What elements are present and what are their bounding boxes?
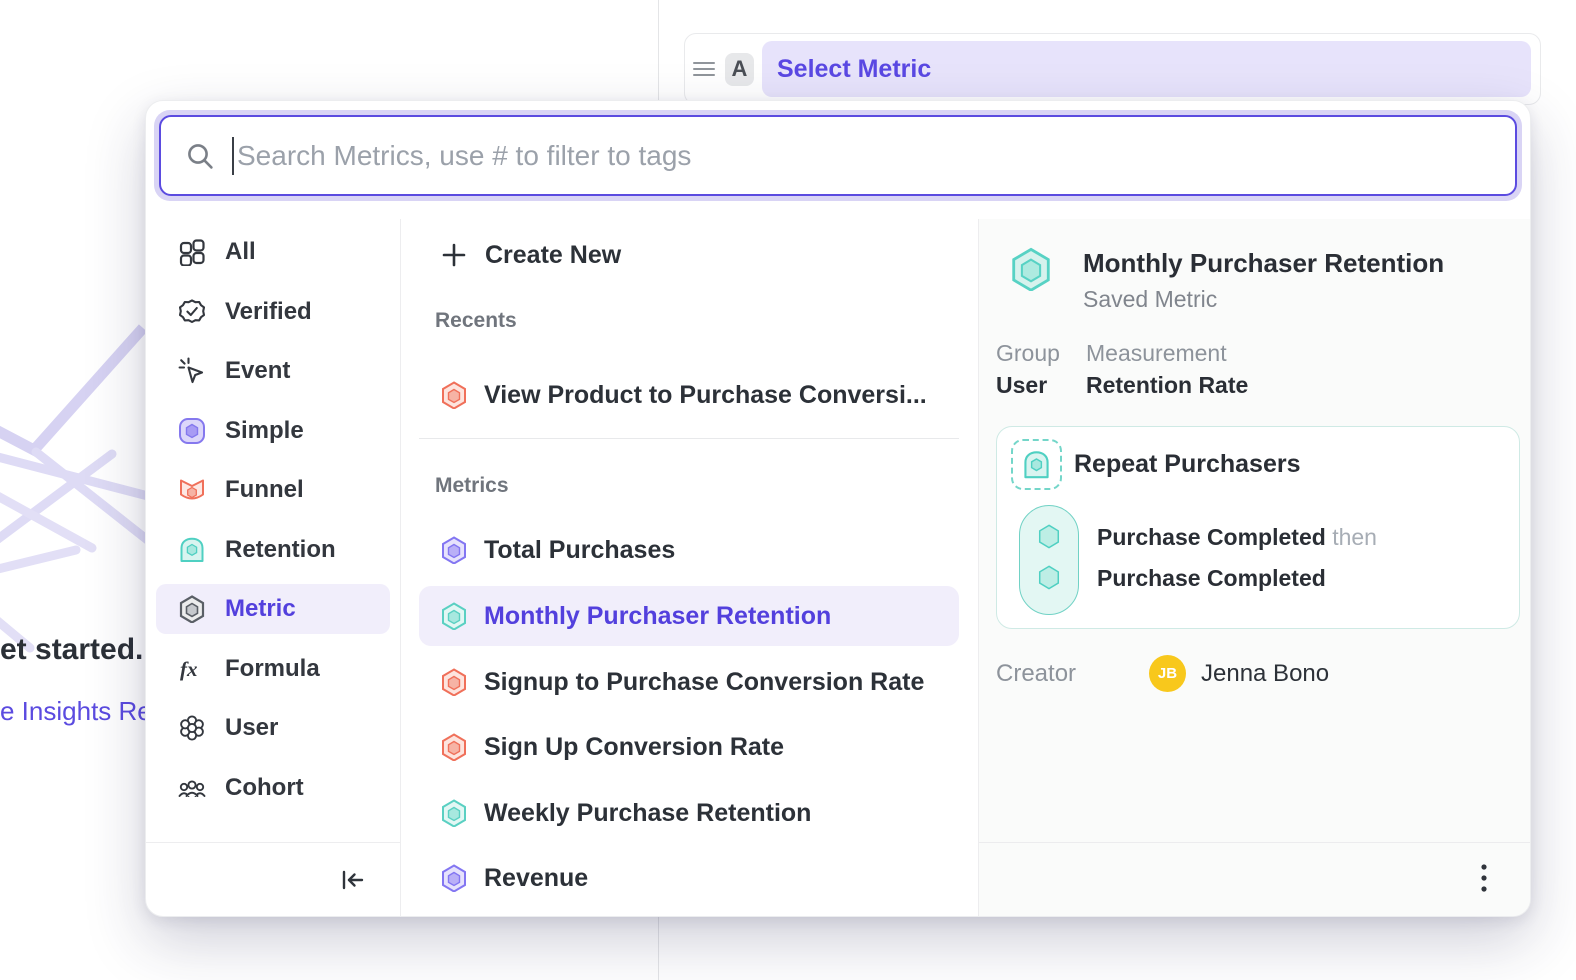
- select-metric-button[interactable]: Select Metric: [762, 41, 1531, 97]
- sidebar-item-label: Retention: [225, 536, 336, 564]
- group-field-value: User: [996, 372, 1047, 399]
- creator-label: Creator: [996, 660, 1076, 688]
- metric-hexagon-icon-salmon: [440, 381, 468, 409]
- metric-row-label: Monthly Purchaser Retention: [484, 602, 831, 631]
- retention-definition-chip: [1011, 439, 1062, 490]
- collapse-left-icon[interactable]: [334, 861, 372, 899]
- detail-title: Monthly Purchaser Retention: [1083, 248, 1444, 279]
- sidebar-item-formula[interactable]: fx Formula: [156, 644, 390, 694]
- sidebar-item-cohort[interactable]: Cohort: [156, 763, 390, 813]
- sidebar-item-label: Funnel: [225, 476, 304, 504]
- search-focus-ring: [154, 110, 1522, 201]
- metric-row-monthly-purchaser-retention[interactable]: Monthly Purchaser Retention: [419, 586, 959, 646]
- sidebar-item-label: Verified: [225, 298, 312, 326]
- sidebar-item-funnel[interactable]: Funnel: [156, 465, 390, 515]
- sidebar-item-simple[interactable]: Simple: [156, 406, 390, 456]
- sidebar-item-label: Event: [225, 357, 290, 385]
- metric-row-sign-up-conversion-rate[interactable]: Sign Up Conversion Rate: [419, 717, 959, 777]
- search-input[interactable]: [237, 140, 1491, 172]
- event-icon: [178, 357, 206, 385]
- metric-row-label: Sign Up Conversion Rate: [484, 733, 784, 762]
- metric-hexagon-icon-teal: [440, 602, 468, 630]
- sidebar-item-retention[interactable]: Retention: [156, 525, 390, 575]
- metric-row-label: Revenue: [484, 864, 588, 893]
- kebab-menu-icon[interactable]: [1474, 856, 1494, 904]
- sidebar-item-user[interactable]: User: [156, 703, 390, 753]
- formula-icon: fx: [178, 655, 206, 683]
- sidebar-item-event[interactable]: Event: [156, 346, 390, 396]
- metric-row-label: Signup to Purchase Conversion Rate: [484, 668, 924, 697]
- grid-icon: [178, 238, 206, 266]
- svg-text:fx: fx: [180, 657, 198, 681]
- retention-icon: [178, 536, 206, 564]
- measurement-field-label: Measurement: [1086, 340, 1227, 367]
- metric-row-signup-to-purchase-conversion-rate[interactable]: Signup to Purchase Conversion Rate: [419, 652, 959, 712]
- metric-hexagon-icon-salmon: [440, 733, 468, 761]
- sidebar-footer: [146, 842, 400, 916]
- sidebar-item-all[interactable]: All: [156, 227, 390, 277]
- metric-row-revenue[interactable]: Revenue: [419, 848, 959, 908]
- definition-name: Repeat Purchasers: [1074, 450, 1301, 479]
- measurement-field-value: Retention Rate: [1086, 372, 1248, 399]
- metric-bar: A Select Metric: [684, 33, 1541, 105]
- metric-row-label: View Product to Purchase Conversi...: [484, 381, 927, 410]
- metric-icon: [178, 595, 206, 623]
- metric-list-column: Create New Recents View Product to Purch…: [401, 219, 979, 916]
- metric-hexagon-icon-teal: [440, 799, 468, 827]
- step-hexagon-icon: [1036, 523, 1062, 549]
- definition-card: Repeat Purchasers Purchase Completed the…: [996, 426, 1520, 629]
- metric-picker-modal: All Verified Event: [145, 100, 1531, 917]
- definition-connector: then: [1332, 524, 1377, 550]
- sidebar-item-metric[interactable]: Metric: [156, 584, 390, 634]
- background-insights-link-fragment[interactable]: e Insights Re: [0, 696, 152, 727]
- verified-icon: [178, 298, 206, 326]
- chart-lines-decoration: [0, 318, 150, 678]
- list-divider: [419, 438, 959, 439]
- metric-row-total-purchases[interactable]: Total Purchases: [419, 520, 959, 580]
- recents-section-title: Recents: [435, 309, 517, 333]
- search-icon: [185, 141, 215, 171]
- definition-step-2: Purchase Completed: [1097, 565, 1326, 592]
- metric-row-label: Weekly Purchase Retention: [484, 799, 811, 828]
- sidebar-item-verified[interactable]: Verified: [156, 287, 390, 337]
- definition-step-1: Purchase Completed then: [1097, 524, 1377, 551]
- metric-row-label: Total Purchases: [484, 536, 675, 565]
- creator-avatar: JB: [1149, 655, 1186, 692]
- category-sidebar: All Verified Event: [146, 219, 401, 916]
- creator-name: Jenna Bono: [1201, 660, 1329, 688]
- create-new-button[interactable]: Create New: [441, 236, 621, 274]
- detail-footer: [979, 842, 1530, 916]
- plus-icon: [441, 242, 467, 268]
- simple-icon: [178, 417, 206, 445]
- sidebar-item-label: Metric: [225, 595, 296, 623]
- background-headline-fragment: et started.: [0, 633, 143, 667]
- metric-row-weekly-purchase-retention[interactable]: Weekly Purchase Retention: [419, 783, 959, 843]
- cohort-icon: [178, 774, 206, 802]
- sidebar-item-label: Simple: [225, 417, 304, 445]
- text-caret: [232, 137, 234, 175]
- detail-subtitle: Saved Metric: [1083, 286, 1217, 313]
- drag-handle-icon[interactable]: [693, 58, 715, 80]
- retention-steps-capsule: [1019, 505, 1079, 615]
- retention-arch-icon: [1021, 449, 1052, 480]
- series-letter-badge: A: [725, 53, 754, 86]
- metric-detail-panel: Monthly Purchaser Retention Saved Metric…: [979, 219, 1530, 916]
- user-icon: [178, 714, 206, 742]
- sidebar-item-label: Formula: [225, 655, 320, 683]
- search-field[interactable]: [159, 115, 1517, 196]
- metrics-section-title: Metrics: [435, 474, 509, 498]
- metric-hexagon-icon-salmon: [440, 668, 468, 696]
- metric-hexagon-icon-purple: [440, 536, 468, 564]
- sidebar-item-label: User: [225, 714, 278, 742]
- group-field-label: Group: [996, 340, 1060, 367]
- step-hexagon-icon: [1036, 564, 1062, 590]
- saved-metric-hexagon-icon: [1009, 247, 1053, 291]
- funnel-icon: [178, 476, 206, 504]
- sidebar-item-label: All: [225, 238, 256, 266]
- sidebar-item-label: Cohort: [225, 774, 304, 802]
- metric-hexagon-icon-purple: [440, 864, 468, 892]
- recent-metric-row[interactable]: View Product to Purchase Conversi...: [419, 365, 959, 425]
- create-new-label: Create New: [485, 241, 621, 270]
